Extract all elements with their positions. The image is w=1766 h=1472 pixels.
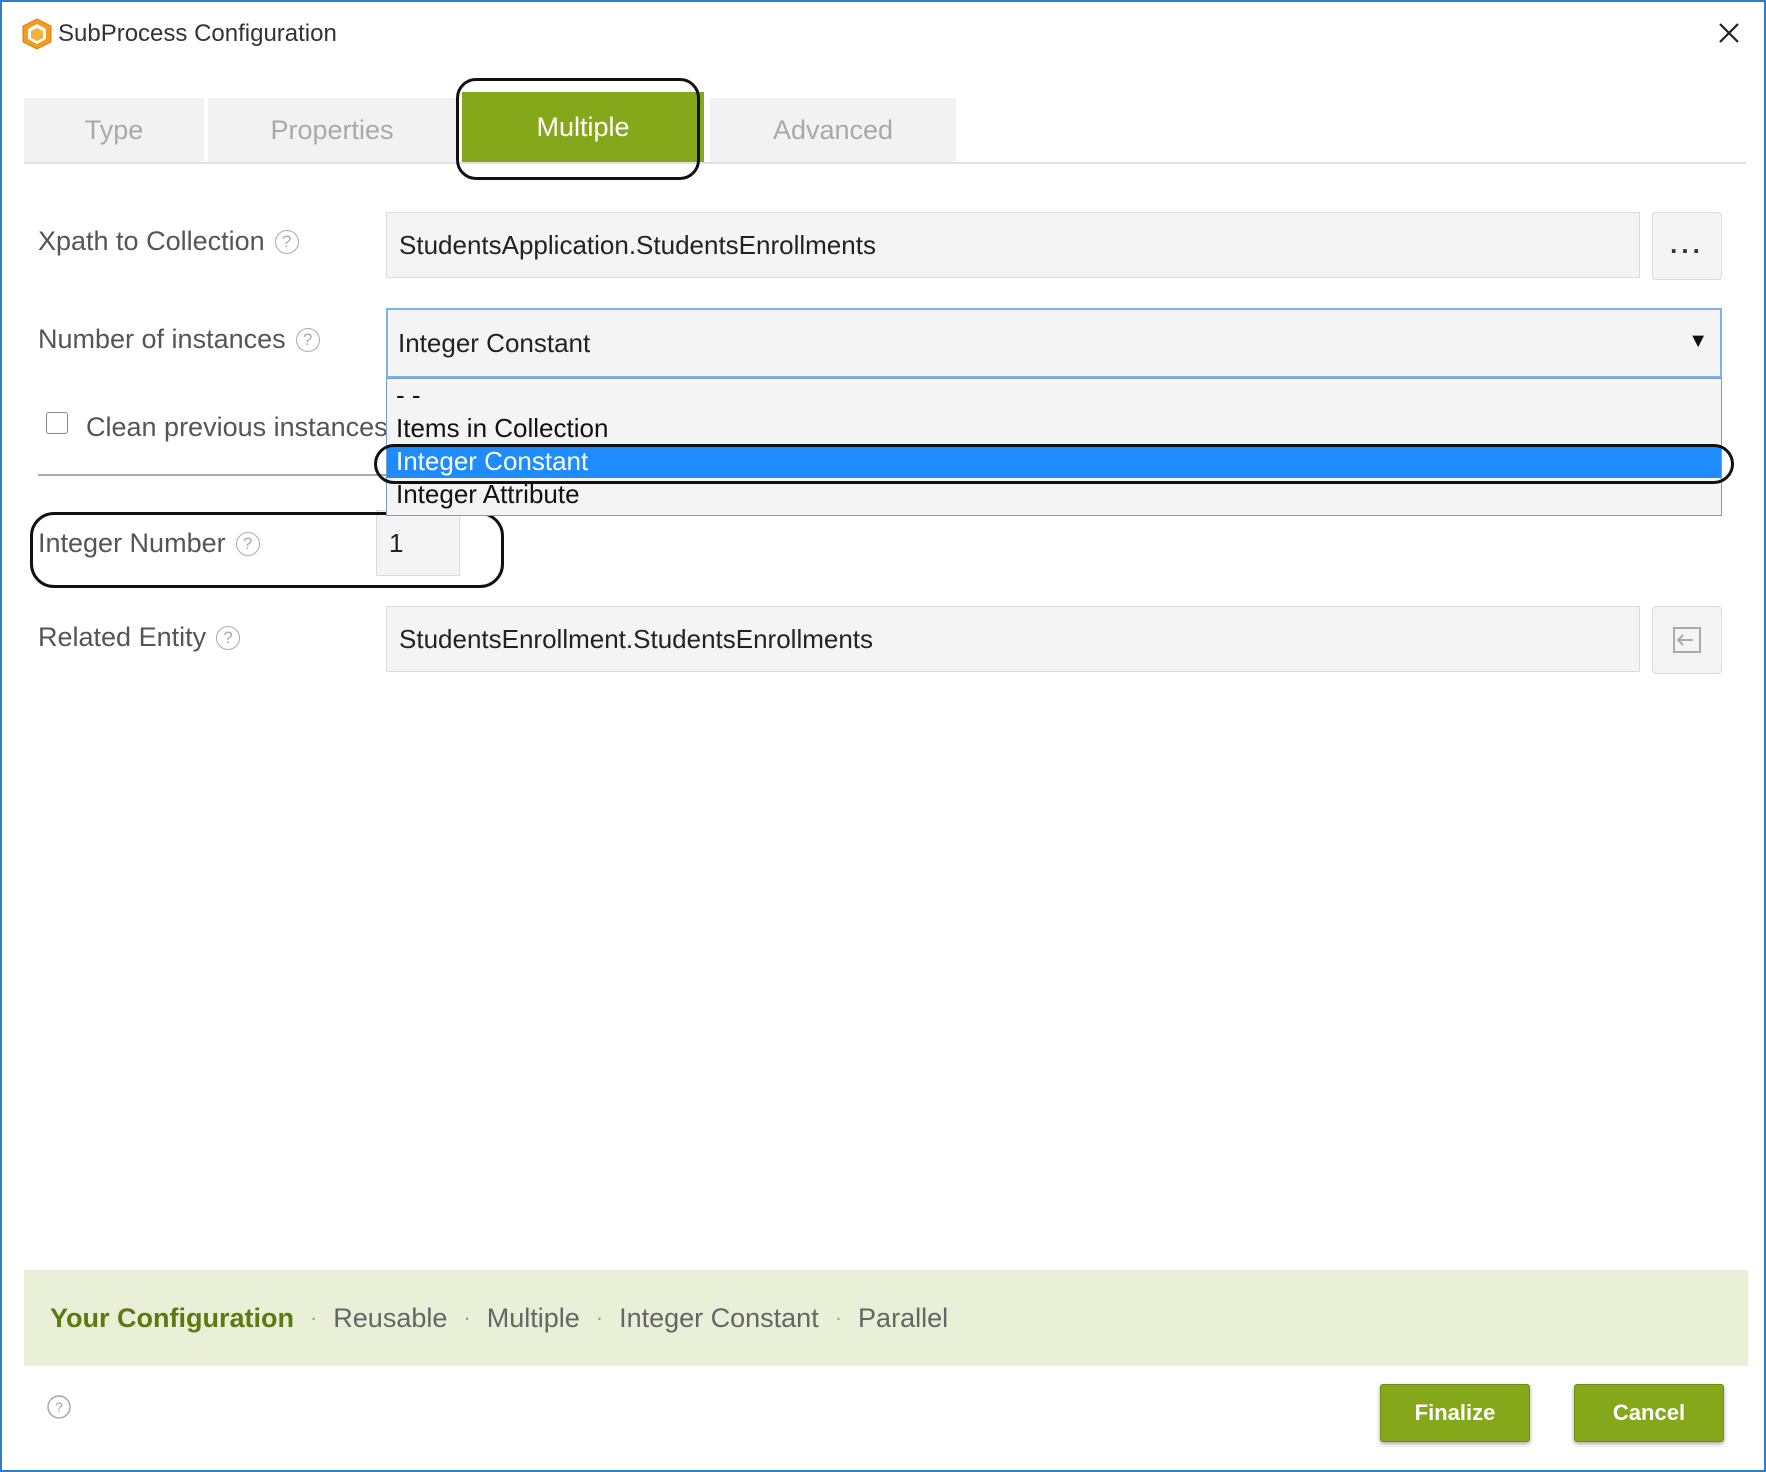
dropdown-option[interactable]: Integer Attribute (387, 478, 1721, 511)
svg-text:?: ? (55, 1399, 63, 1415)
tab-type[interactable]: Type (24, 98, 204, 162)
dropdown-option[interactable]: - - (387, 379, 1721, 412)
dropdown-option-selected[interactable]: Integer Constant (387, 445, 1721, 478)
tab-multiple[interactable]: Multiple (462, 92, 704, 162)
help-icon[interactable]: ? (295, 327, 320, 352)
dropdown-arrow-icon: ▼ (1688, 330, 1708, 352)
summary-item: Parallel (858, 1302, 949, 1333)
tab-bar: Type Properties Multiple Advanced (24, 92, 1746, 164)
help-icon[interactable]: ? (46, 1394, 72, 1420)
integer-label: Integer Number (38, 528, 226, 558)
separator: · (309, 1305, 318, 1330)
title-bar: SubProcess Configuration (2, 2, 1764, 66)
instances-label-row: Number of instances ? (38, 324, 320, 355)
instances-selected-value: Integer Constant (398, 327, 591, 358)
entity-label-row: Related Entity ? (38, 622, 241, 653)
tab-properties[interactable]: Properties (208, 98, 456, 162)
summary-item: Reusable (333, 1302, 448, 1333)
xpath-label-row: Xpath to Collection ? (38, 226, 299, 257)
clean-checkbox[interactable] (46, 412, 68, 434)
integer-label-row: Integer Number ? (38, 528, 260, 559)
clean-label-row: Clean previous instances (86, 412, 388, 443)
help-icon[interactable]: ? (274, 229, 299, 254)
instances-select[interactable]: Integer Constant ▼ (386, 308, 1722, 378)
entity-select-button[interactable] (1652, 606, 1722, 674)
xpath-input[interactable]: StudentsApplication.StudentsEnrollments (386, 212, 1640, 278)
summary-item: Integer Constant (619, 1302, 819, 1333)
separator: · (834, 1305, 843, 1330)
xpath-browse-button[interactable]: ... (1652, 212, 1722, 280)
entity-input[interactable]: StudentsEnrollment.StudentsEnrollments (386, 606, 1640, 672)
xpath-label: Xpath to Collection (38, 226, 265, 256)
integer-input[interactable]: 1 (376, 510, 460, 576)
clean-label: Clean previous instances (86, 412, 388, 442)
configuration-summary: Your Configuration · Reusable · Multiple… (24, 1270, 1748, 1366)
separator: · (463, 1305, 471, 1330)
divider (38, 474, 398, 476)
dropdown-option[interactable]: Items in Collection (387, 412, 1721, 445)
ellipsis-icon: ... (1670, 228, 1704, 259)
dialog-window: SubProcess Configuration Type Properties… (0, 0, 1766, 1472)
summary-item: Multiple (486, 1302, 580, 1333)
entity-link-icon (1673, 627, 1701, 653)
cancel-button[interactable]: Cancel (1574, 1384, 1724, 1442)
help-icon[interactable]: ? (235, 531, 260, 556)
instances-label: Number of instances (38, 324, 286, 354)
close-icon[interactable] (1712, 16, 1746, 50)
app-logo-icon (22, 18, 52, 50)
help-icon[interactable]: ? (216, 625, 241, 650)
separator: · (595, 1305, 604, 1330)
summary-title: Your Configuration (50, 1302, 294, 1333)
entity-label: Related Entity (38, 622, 207, 652)
tab-advanced[interactable]: Advanced (710, 98, 956, 162)
instances-dropdown-list: - - Items in Collection Integer Constant… (386, 378, 1722, 516)
finalize-button[interactable]: Finalize (1380, 1384, 1530, 1442)
window-title: SubProcess Configuration (58, 20, 337, 47)
